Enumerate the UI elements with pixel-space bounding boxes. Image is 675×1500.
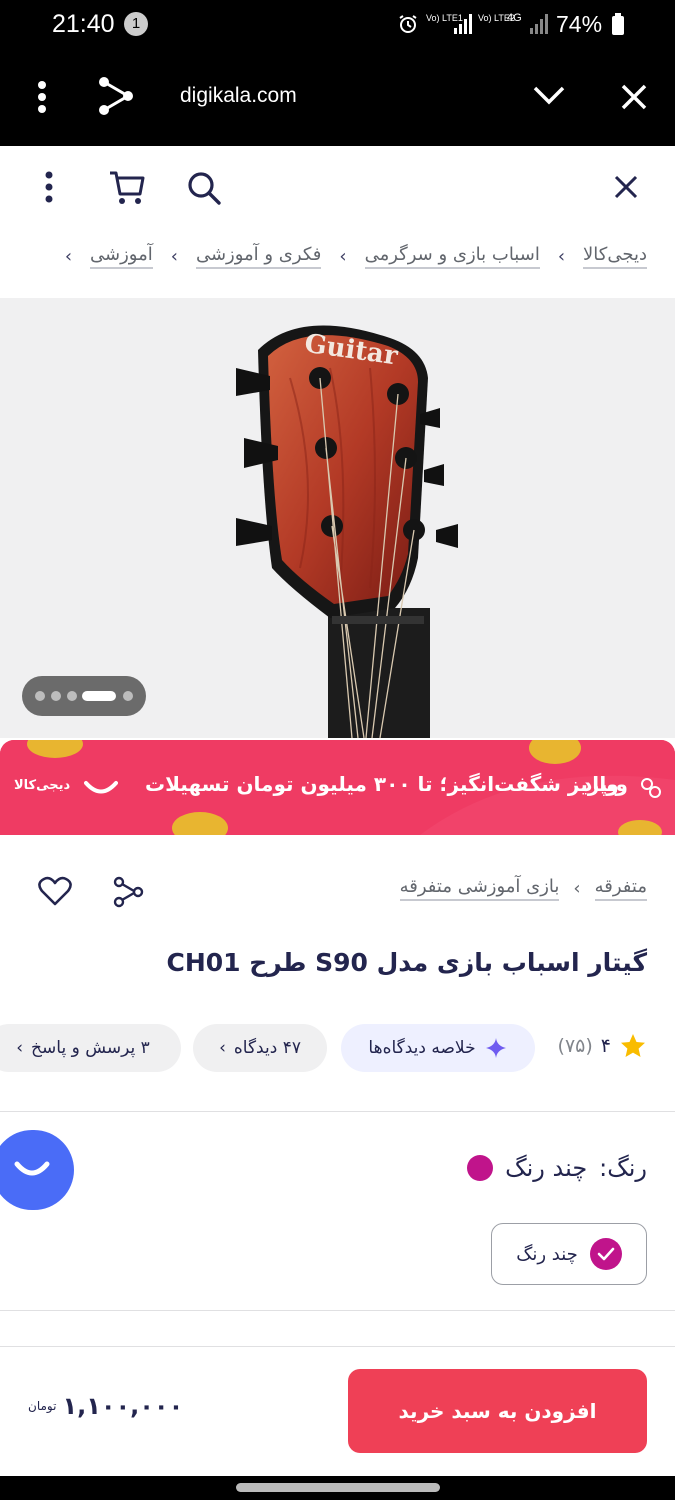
close-icon[interactable] <box>620 83 648 111</box>
signal-icon-2 <box>530 14 548 34</box>
banner-brand: ویپاد <box>582 772 628 796</box>
breadcrumb: دیجی‌کالا › اسباب بازی و سرگرمی › فکری و… <box>0 228 675 298</box>
menu-dots-icon[interactable] <box>38 170 60 204</box>
qa-chip[interactable]: ۳ پرسش و پاسخ › <box>0 1024 181 1072</box>
app-header <box>0 146 675 228</box>
browser-bar: digikala.com <box>0 50 675 146</box>
sparkle-icon <box>484 1036 508 1060</box>
network-type: 4G <box>507 12 522 24</box>
check-icon <box>589 1238 622 1270</box>
alarm-icon <box>398 14 418 34</box>
url-text[interactable]: digikala.com <box>180 84 297 108</box>
chevron-left-icon: › <box>339 246 347 267</box>
heart-icon[interactable] <box>38 876 72 906</box>
rating[interactable]: ۴ (۷۵) <box>558 1032 647 1060</box>
smile-icon <box>14 1160 50 1178</box>
battery-icon <box>611 13 625 35</box>
battery-percent: 74% <box>556 11 603 37</box>
wepod-logo-icon <box>640 776 662 800</box>
divider <box>0 1310 675 1311</box>
reviews-summary-label: خلاصه دیدگاه‌ها <box>368 1038 476 1058</box>
gallery-pagination[interactable] <box>22 676 146 716</box>
status-bar: 21:40 1 Vo) LTE1 Vo) LTE2 4G 74% <box>0 0 675 50</box>
search-icon[interactable] <box>186 170 222 206</box>
color-option-label: چند رنگ <box>516 1243 578 1265</box>
digikala-logo-text: دیجی‌کالا <box>14 778 71 793</box>
chevron-left-icon: › <box>219 1038 226 1058</box>
star-icon <box>619 1032 647 1060</box>
chevron-left-icon: › <box>170 246 178 267</box>
chevron-left-icon: › <box>557 246 566 267</box>
cart-icon[interactable] <box>108 170 146 206</box>
chevron-left-icon: › <box>573 878 581 899</box>
divider <box>0 1111 675 1112</box>
product-image-gallery[interactable]: Guitar <box>0 298 675 738</box>
add-to-cart-button[interactable]: افزودن به سبد خرید <box>348 1369 647 1453</box>
breadcrumb-item-educational-mind[interactable]: فکری و آموزشی <box>195 244 322 269</box>
product-meta-chips: ۴ (۷۵) خلاصه دیدگاه‌ها ۴۷ دیدگاه › ۳ پرس… <box>0 1022 675 1074</box>
product-title: گیتار اسباب بازی مدل S90 طرح CH01 <box>166 948 648 977</box>
price: ۱,۱۰۰,۰۰۰ تومان <box>28 1392 183 1420</box>
comments-chip[interactable]: ۴۷ دیدگاه › <box>193 1024 327 1072</box>
reviews-summary-chip[interactable]: خلاصه دیدگاه‌ها <box>341 1024 535 1072</box>
qa-label: ۳ پرسش و پاسخ <box>31 1038 150 1058</box>
chevron-left-icon: › <box>16 1038 24 1058</box>
breadcrumb-item-toys[interactable]: اسباب بازی و سرگرمی <box>364 244 540 269</box>
share-product-icon[interactable] <box>112 876 144 908</box>
guitar-image: Guitar <box>236 325 458 738</box>
more-options-icon[interactable] <box>30 80 54 116</box>
color-option-multicolor[interactable]: چند رنگ <box>491 1223 647 1285</box>
system-nav-bar <box>0 1476 675 1500</box>
banner-text: واریز شگفت‌انگیز؛ تا ۳۰۰ میلیون تومان تس… <box>145 772 619 796</box>
share-icon[interactable] <box>96 76 136 116</box>
price-value: ۱,۱۰۰,۰۰۰ <box>62 1392 184 1420</box>
chevron-left-icon: › <box>64 246 73 267</box>
rating-value: ۴ <box>600 1035 611 1057</box>
breadcrumb-item-home[interactable]: دیجی‌کالا <box>583 244 647 269</box>
color-label: رنگ: <box>599 1154 647 1182</box>
category-row: متفرقه › بازی آموزشی متفرقه <box>0 860 675 920</box>
chevron-down-icon[interactable] <box>532 84 566 106</box>
category-link-educational-misc[interactable]: بازی آموزشی متفرقه <box>399 876 560 901</box>
color-value: چند رنگ <box>505 1154 588 1182</box>
close-page-icon[interactable] <box>614 175 638 199</box>
notification-count-badge: 1 <box>124 12 148 36</box>
home-gesture-handle[interactable] <box>236 1483 440 1492</box>
breadcrumb-item-educational[interactable]: آموزشی <box>90 244 153 269</box>
assistant-button[interactable] <box>0 1130 74 1210</box>
category-link-misc[interactable]: متفرقه <box>594 876 647 901</box>
status-time: 21:40 <box>52 10 115 38</box>
color-selector-header: رنگ: چند رنگ <box>467 1154 647 1182</box>
smile-icon <box>84 780 118 796</box>
comments-label: ۴۷ دیدگاه <box>233 1038 301 1058</box>
promo-banner[interactable]: دیجی‌کالا واریز شگفت‌انگیز؛ تا ۳۰۰ میلیو… <box>0 740 675 835</box>
rating-count: (۷۵) <box>557 1035 593 1057</box>
price-currency: تومان <box>28 1399 57 1413</box>
signal-icon-1 <box>454 14 472 34</box>
color-swatch <box>467 1155 494 1181</box>
